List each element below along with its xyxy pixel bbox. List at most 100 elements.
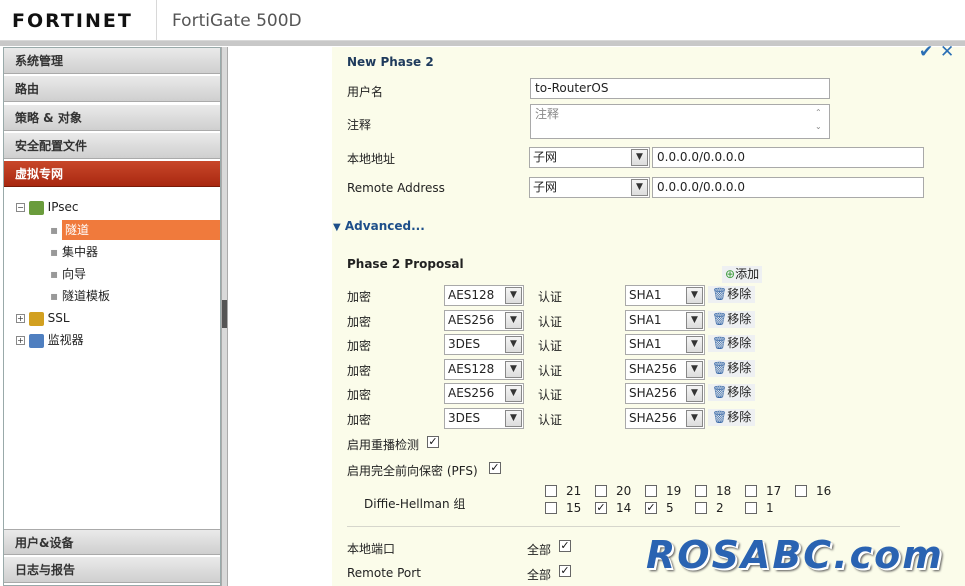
- remove-proposal-button[interactable]: 🗑移除: [708, 384, 756, 402]
- trash-icon: 🗑: [712, 287, 728, 301]
- dh-group-checkbox[interactable]: [545, 485, 557, 497]
- tree-item-tunnel-templates[interactable]: ▪ 隧道模板: [50, 286, 110, 306]
- authentication-select[interactable]: SHA1 ▼: [625, 309, 705, 331]
- authentication-label: 认证: [538, 339, 563, 354]
- dh-group-label: 16: [816, 484, 832, 498]
- watermark-logo: ROSABC.com: [646, 533, 944, 577]
- confirm-icon[interactable]: ✔: [919, 42, 933, 62]
- sidebar-item-log-report[interactable]: 日志与报告: [4, 557, 220, 583]
- sidebar-item-security-profiles[interactable]: 安全配置文件: [4, 133, 220, 159]
- chevron-down-icon: ▼: [505, 311, 522, 329]
- dh-group-label: 20: [616, 484, 632, 498]
- trash-icon: 🗑: [712, 410, 728, 424]
- dh-group-label: 15: [566, 501, 582, 515]
- encryption-select[interactable]: AES256 ▼: [444, 309, 524, 331]
- authentication-label: 认证: [538, 388, 563, 403]
- sidebar-item-policy[interactable]: 策略 & 对象: [4, 105, 220, 131]
- add-proposal-button[interactable]: ⊕添加: [722, 266, 763, 283]
- remove-proposal-button[interactable]: 🗑移除: [708, 286, 756, 303]
- remove-proposal-button[interactable]: 🗑移除: [708, 310, 756, 328]
- collapse-icon[interactable]: −: [16, 203, 25, 212]
- remove-proposal-button[interactable]: 🗑移除: [708, 335, 756, 353]
- page-title: New Phase 2: [347, 55, 434, 69]
- dh-group-checkbox[interactable]: [545, 502, 557, 514]
- tree-ipsec[interactable]: − IPsec: [16, 197, 78, 217]
- trash-icon: 🗑: [712, 385, 728, 400]
- authentication-select[interactable]: SHA1 ▼: [625, 334, 705, 356]
- authentication-label: 认证: [538, 290, 563, 304]
- chevron-down-icon: ▼: [631, 179, 648, 196]
- dh-group-checkbox[interactable]: [595, 485, 607, 497]
- authentication-select[interactable]: SHA256 ▼: [625, 408, 705, 429]
- chevron-down-icon: ▼: [505, 410, 522, 427]
- comment-label: 注释: [347, 118, 372, 132]
- local-address-label: 本地地址: [347, 152, 396, 166]
- plus-circle-icon: ⊕: [725, 267, 736, 281]
- remote-address-type-select[interactable]: 子网 ▼: [529, 177, 650, 198]
- local-port-all-checkbox[interactable]: ✓: [559, 540, 571, 552]
- dh-group-label: 19: [666, 484, 682, 498]
- dh-group-checkbox[interactable]: ✓: [645, 502, 657, 514]
- sidebar-item-system[interactable]: 系统管理: [4, 48, 220, 74]
- dh-group-label: 21: [566, 484, 582, 498]
- local-port-label: 本地端口: [347, 542, 396, 556]
- proposal-title: Phase 2 Proposal: [347, 257, 464, 271]
- remove-proposal-button[interactable]: 🗑移除: [708, 409, 756, 426]
- name-field[interactable]: to-RouterOS: [530, 78, 830, 99]
- dh-group-checkbox[interactable]: ✓: [595, 502, 607, 514]
- dh-group-checkbox[interactable]: [745, 485, 757, 497]
- chevron-down-icon: ▼: [505, 336, 522, 354]
- chevron-down-icon: ▼: [686, 360, 703, 378]
- close-icon[interactable]: ✕: [940, 42, 954, 62]
- expand-icon[interactable]: +: [16, 314, 25, 323]
- encryption-label: 加密: [347, 339, 372, 354]
- chevron-down-icon: ▼: [505, 385, 522, 403]
- chevron-down-icon: ▼: [686, 336, 703, 354]
- authentication-select[interactable]: SHA1 ▼: [625, 285, 705, 306]
- encryption-label: 加密: [347, 290, 372, 304]
- fortinet-logo: FORTINET: [12, 10, 133, 32]
- dh-group-label: 18: [716, 484, 732, 498]
- dh-group-checkbox[interactable]: [695, 485, 707, 497]
- content-margin: [228, 47, 332, 586]
- dh-label: Diffie-Hellman 组: [364, 497, 466, 511]
- dh-group-label: 17: [766, 484, 782, 498]
- splitter-handle[interactable]: [222, 300, 227, 328]
- header-divider: [156, 0, 157, 41]
- encryption-select[interactable]: 3DES ▼: [444, 408, 524, 429]
- encryption-label: 加密: [347, 363, 372, 378]
- expand-icon[interactable]: +: [16, 336, 25, 345]
- pfs-checkbox[interactable]: ✓: [489, 462, 501, 474]
- sidebar-item-router[interactable]: 路由: [4, 76, 220, 102]
- dh-group-checkbox[interactable]: [795, 485, 807, 497]
- encryption-select[interactable]: AES128 ▼: [444, 358, 524, 380]
- encryption-label: 加密: [347, 314, 372, 329]
- tree-item-tunnels[interactable]: ▪ 隧道: [50, 220, 220, 240]
- chevron-down-icon: ▼: [686, 311, 703, 329]
- remote-port-all-checkbox[interactable]: ✓: [559, 565, 571, 577]
- sidebar-item-users-devices[interactable]: 用户&设备: [4, 529, 220, 555]
- dh-group-checkbox[interactable]: [745, 502, 757, 514]
- tree-item-wizard[interactable]: ▪ 向导: [50, 264, 86, 284]
- tree-ssl[interactable]: + SSL: [16, 308, 70, 328]
- dh-group-label: 2: [716, 501, 724, 515]
- advanced-toggle[interactable]: ▼ Advanced...: [333, 219, 425, 233]
- local-address-type-select[interactable]: 子网 ▼: [529, 147, 650, 168]
- trash-icon: 🗑: [712, 360, 728, 375]
- tree-item-concentrator[interactable]: ▪ 集中器: [50, 242, 98, 262]
- local-address-field[interactable]: 0.0.0.0/0.0.0.0: [652, 147, 924, 168]
- remove-proposal-button[interactable]: 🗑移除: [708, 359, 756, 377]
- dh-group-checkbox[interactable]: [695, 502, 707, 514]
- dh-group-checkbox[interactable]: [645, 485, 657, 497]
- comment-textarea[interactable]: 注释: [530, 104, 830, 139]
- comment-scroll[interactable]: ⌃ ⌄: [815, 106, 822, 134]
- replay-checkbox[interactable]: ✓: [427, 436, 439, 448]
- sidebar-item-vpn[interactable]: 虚拟专网: [4, 161, 220, 187]
- authentication-select[interactable]: SHA256 ▼: [625, 383, 705, 405]
- authentication-select[interactable]: SHA256 ▼: [625, 358, 705, 380]
- encryption-select[interactable]: AES128 ▼: [444, 285, 524, 306]
- encryption-select[interactable]: AES256 ▼: [444, 383, 524, 405]
- encryption-select[interactable]: 3DES ▼: [444, 334, 524, 356]
- remote-address-field[interactable]: 0.0.0.0/0.0.0.0: [652, 177, 924, 198]
- tree-monitor[interactable]: + 监视器: [16, 330, 84, 350]
